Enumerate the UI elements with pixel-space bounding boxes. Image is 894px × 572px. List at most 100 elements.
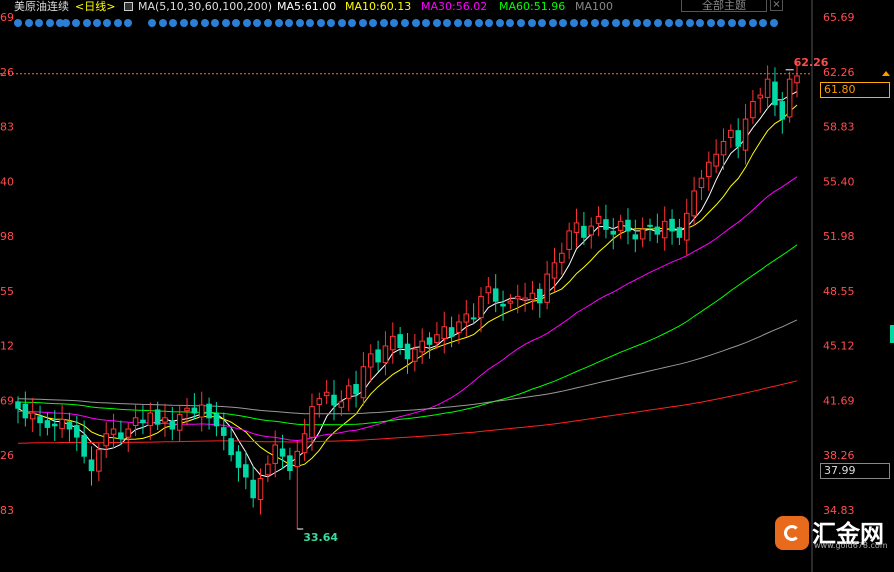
info-dot[interactable] — [379, 19, 388, 27]
candle — [88, 446, 95, 486]
info-dot[interactable] — [548, 19, 557, 27]
period-label[interactable]: <日线> — [75, 0, 115, 13]
candle-body — [595, 216, 602, 224]
info-dot[interactable] — [158, 19, 167, 27]
indicator-icon[interactable] — [124, 2, 133, 11]
theme-close-icon[interactable]: × — [770, 0, 783, 11]
candle — [345, 378, 352, 412]
info-dot[interactable] — [113, 19, 122, 27]
candle-body — [154, 409, 161, 425]
info-dot[interactable] — [148, 19, 156, 27]
price-tick-label: 45.12 — [823, 340, 855, 353]
candle-body — [669, 218, 675, 232]
info-dot[interactable] — [527, 19, 536, 27]
candle-body — [397, 334, 403, 349]
high-price-label: 62.26 — [794, 56, 829, 69]
candle — [382, 331, 389, 376]
info-dot[interactable] — [45, 19, 54, 27]
candle — [551, 247, 558, 293]
candle-body — [243, 464, 249, 478]
candle-body — [639, 228, 646, 240]
info-dot[interactable] — [538, 19, 547, 27]
candle-body — [287, 455, 293, 472]
candle-body — [29, 412, 36, 420]
candle — [639, 217, 646, 248]
info-dot[interactable] — [516, 19, 525, 27]
info-dot[interactable] — [14, 19, 22, 27]
symbol-name[interactable]: 美原油连续 — [14, 0, 69, 13]
info-dot[interactable] — [495, 19, 504, 27]
candle-body — [448, 327, 455, 337]
candle-body — [529, 292, 536, 300]
info-dot[interactable] — [685, 19, 694, 27]
info-dot[interactable] — [221, 19, 230, 27]
info-dot[interactable] — [664, 19, 673, 27]
info-dot[interactable] — [770, 19, 778, 27]
candle — [669, 209, 675, 245]
info-dot[interactable] — [124, 19, 132, 27]
candle-body — [742, 118, 749, 151]
info-dot[interactable] — [285, 19, 294, 27]
info-dot[interactable] — [62, 19, 70, 27]
candle-body — [573, 222, 580, 233]
candle — [162, 403, 168, 437]
info-dot[interactable] — [654, 19, 663, 27]
info-dot[interactable] — [200, 19, 209, 27]
candle-body — [404, 343, 411, 360]
candle-body — [544, 273, 550, 303]
candle — [390, 322, 396, 364]
candle — [404, 332, 411, 374]
theme-button[interactable]: 全部主题 — [681, 0, 767, 12]
candle-body — [220, 427, 227, 436]
lower-price-box: 37.99 — [820, 463, 890, 479]
candle-body — [125, 428, 132, 438]
candle — [764, 65, 771, 109]
candle-body — [588, 225, 595, 236]
candle — [522, 282, 528, 312]
candle-body — [426, 337, 433, 345]
info-dot[interactable] — [316, 19, 325, 27]
info-dot[interactable] — [295, 19, 304, 27]
info-dot[interactable] — [82, 19, 91, 27]
candle-body — [706, 161, 712, 178]
info-dot[interactable] — [569, 19, 578, 27]
info-dot[interactable] — [432, 19, 441, 27]
ma-line-ma30 — [17, 176, 798, 442]
candle-body — [603, 219, 609, 230]
info-dot[interactable] — [474, 19, 483, 27]
info-dot[interactable] — [411, 19, 420, 27]
info-dot[interactable] — [24, 19, 33, 27]
info-dot[interactable] — [706, 19, 715, 27]
info-dot[interactable] — [337, 19, 346, 27]
info-dot[interactable] — [35, 19, 43, 27]
info-dot[interactable] — [632, 19, 641, 27]
candle-body — [198, 404, 205, 418]
ma-line-ma200 — [17, 380, 798, 444]
candle — [154, 401, 161, 431]
candle — [375, 340, 381, 372]
info-dot[interactable] — [401, 19, 410, 27]
candle-body — [345, 385, 352, 399]
info-dot[interactable] — [242, 19, 251, 27]
candle-body — [492, 288, 499, 302]
candle-body — [323, 391, 330, 397]
info-dot[interactable] — [748, 19, 757, 27]
price-tick-label: 58.83 — [823, 121, 855, 134]
ma60-value: MA60:51.96 — [499, 0, 566, 13]
candle-body — [661, 220, 668, 239]
candle — [537, 283, 543, 318]
info-dot[interactable] — [274, 19, 283, 27]
info-dot[interactable] — [727, 19, 736, 27]
info-dot[interactable] — [611, 19, 620, 27]
info-dot[interactable] — [590, 19, 599, 27]
info-dot[interactable] — [453, 19, 462, 27]
info-dot[interactable] — [263, 19, 272, 27]
candle-body — [360, 366, 367, 399]
info-dot[interactable] — [179, 19, 188, 27]
candle — [426, 332, 433, 359]
candle — [654, 213, 661, 244]
info-dot[interactable] — [358, 19, 367, 27]
candle-body — [191, 407, 198, 414]
price-tick-label: 55.40 — [823, 175, 855, 188]
info-dot[interactable] — [93, 19, 101, 27]
